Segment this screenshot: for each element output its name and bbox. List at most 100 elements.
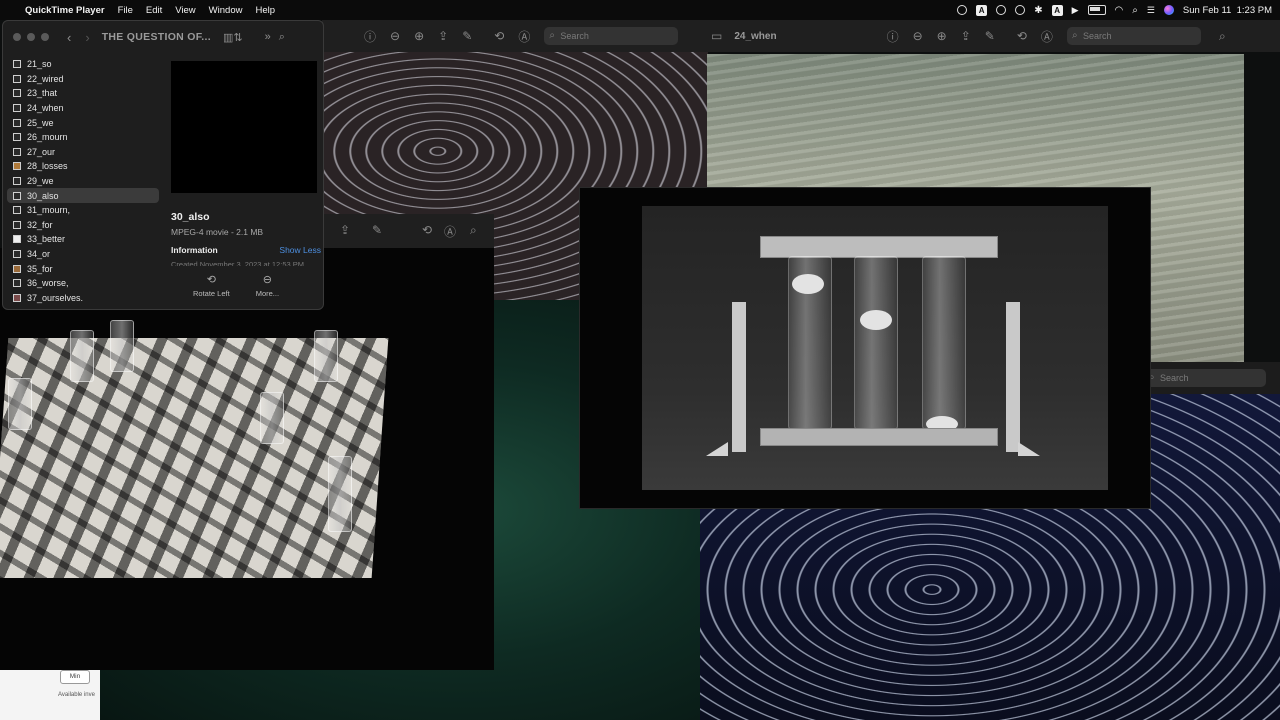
file-meta: MPEG-4 movie - 2.1 MB: [171, 227, 264, 237]
vpn-icon[interactable]: [996, 5, 1007, 15]
file-icon: [13, 89, 21, 98]
info-icon[interactable]: ⓘ: [364, 28, 376, 45]
search-icon[interactable]: ⌕: [1219, 29, 1226, 44]
apparatus-top-bar: [760, 236, 998, 258]
finder-toolbar: ‹ › THE QUESTION OF... ▥⇅ » ⌕: [3, 21, 323, 53]
list-item[interactable]: 37_ourselves.: [7, 291, 159, 306]
list-item[interactable]: 24_when: [7, 101, 159, 116]
min-button[interactable]: Min: [60, 670, 90, 684]
zoom-out-icon[interactable]: ⊖: [913, 29, 923, 43]
markup-icon[interactable]: ✎: [985, 29, 995, 43]
video-frame-tubes: [642, 206, 1108, 490]
search-field[interactable]: Search: [1066, 27, 1201, 45]
close-button[interactable]: [13, 33, 21, 41]
rotate-icon[interactable]: ⟲: [494, 29, 504, 43]
hotspot-icon[interactable]: [957, 5, 968, 15]
app-menu-quicktime[interactable]: QuickTime Player: [25, 5, 105, 16]
file-info: 30_also MPEG-4 movie - 2.1 MB Informatio…: [171, 211, 321, 266]
zoom-in-icon[interactable]: ⊕: [414, 29, 424, 43]
menu-help[interactable]: Help: [255, 5, 275, 16]
list-item[interactable]: 32_for: [7, 218, 159, 233]
list-item-label: 36_worse,: [27, 278, 69, 289]
control-center-icon[interactable]: ☰: [1147, 5, 1155, 16]
zoom-in-icon[interactable]: ⊕: [937, 29, 947, 43]
share-icon[interactable]: ⇪: [438, 29, 448, 43]
apparatus-stand-right: [1006, 302, 1020, 452]
apparatus-base: [760, 428, 998, 446]
list-item[interactable]: 21_so: [7, 57, 159, 72]
rotate-left-icon: ⟲: [206, 274, 216, 286]
markup-icon[interactable]: ✎: [462, 29, 472, 43]
annotate-icon[interactable]: Ⓐ: [444, 223, 456, 240]
view-options-icon[interactable]: ▥⇅: [223, 31, 243, 44]
search-icon[interactable]: ⌕: [279, 31, 285, 44]
menu-edit[interactable]: Edit: [146, 5, 162, 16]
list-item[interactable]: 26_mourn: [7, 130, 159, 145]
menu-bar: QuickTime Player File Edit View Window H…: [0, 0, 1280, 20]
file-icon: [13, 133, 21, 142]
play-icon[interactable]: ▶: [1072, 5, 1079, 16]
glass: [328, 456, 352, 532]
apparatus-stand-left: [732, 302, 746, 452]
list-item-label: 25_we: [27, 117, 54, 128]
available-text: Available inve: [58, 692, 95, 698]
sync-icon[interactable]: [1015, 5, 1026, 15]
list-item[interactable]: 22_wired: [7, 72, 159, 87]
siri-icon[interactable]: [1163, 5, 1174, 15]
list-item-selected[interactable]: 30_also: [7, 188, 159, 203]
menubar-datetime[interactable]: Sun Feb 11 1:23 PM: [1183, 5, 1272, 16]
search-field[interactable]: Search: [1144, 369, 1266, 387]
menu-view[interactable]: View: [175, 5, 195, 16]
list-item[interactable]: 29_we: [7, 174, 159, 189]
preview-window-glasses: ⇪ ✎ ⟲ Ⓐ ⌕: [322, 214, 494, 248]
rotate-left-button[interactable]: ⟲ Rotate Left: [193, 273, 230, 298]
search-field[interactable]: Search: [544, 27, 679, 45]
more-toolbar-icon[interactable]: »: [265, 31, 271, 43]
list-item[interactable]: 36_worse,: [7, 276, 159, 291]
menu-window[interactable]: Window: [209, 5, 243, 16]
file-icon: [13, 177, 21, 186]
annotate-icon[interactable]: Ⓐ: [1041, 28, 1053, 45]
back-icon[interactable]: ‹: [67, 30, 71, 45]
forward-icon[interactable]: ›: [85, 30, 89, 45]
window-controls: [3, 33, 49, 41]
share-icon[interactable]: ⇪: [961, 29, 971, 43]
list-item[interactable]: 25_we: [7, 115, 159, 130]
list-item-label: 27_our: [27, 146, 56, 157]
zoom-out-icon[interactable]: ⊖: [390, 29, 400, 43]
file-icon: [13, 279, 21, 288]
list-item[interactable]: 33_better: [7, 232, 159, 247]
more-button[interactable]: ⊖ More...: [256, 273, 279, 298]
annotate-icon[interactable]: Ⓐ: [518, 28, 530, 45]
file-icon: [13, 206, 21, 215]
show-less-link[interactable]: Show Less: [279, 245, 321, 255]
list-item[interactable]: 23_that: [7, 86, 159, 101]
spotlight-icon[interactable]: ⌕: [1132, 5, 1138, 16]
search-icon[interactable]: ⌕: [470, 223, 477, 238]
a-box-icon[interactable]: A: [976, 4, 988, 16]
rotate-icon[interactable]: ⟲: [1017, 29, 1027, 43]
share-icon[interactable]: ⇪: [340, 223, 350, 237]
sidebar-icon[interactable]: ▭: [711, 29, 722, 43]
list-item[interactable]: 31_mourn,: [7, 203, 159, 218]
quick-actions: ⟲ Rotate Left ⊖ More...: [193, 273, 279, 298]
list-item[interactable]: 28_losses: [7, 159, 159, 174]
wifi-icon[interactable]: ◠: [1115, 5, 1124, 16]
minimize-button[interactable]: [27, 33, 35, 41]
info-icon[interactable]: ⓘ: [887, 28, 899, 45]
battery-icon[interactable]: [1087, 5, 1106, 15]
finder-window: ‹ › THE QUESTION OF... ▥⇅ » ⌕ 21_so 22_w…: [2, 20, 324, 310]
bluetooth-icon[interactable]: ✱: [1034, 5, 1042, 16]
menu-file[interactable]: File: [118, 5, 133, 16]
list-item[interactable]: 35_for: [7, 261, 159, 276]
file-icon: [13, 250, 21, 259]
file-icon: [13, 220, 21, 229]
file-icon: [13, 162, 21, 171]
zoom-button[interactable]: [41, 33, 49, 41]
list-item[interactable]: 34_or: [7, 247, 159, 262]
glass: [260, 392, 284, 444]
rotate-icon[interactable]: ⟲: [422, 223, 432, 237]
list-item[interactable]: 27_our: [7, 145, 159, 160]
markup-icon[interactable]: ✎: [372, 223, 382, 237]
input-source-icon[interactable]: A: [1051, 4, 1063, 16]
